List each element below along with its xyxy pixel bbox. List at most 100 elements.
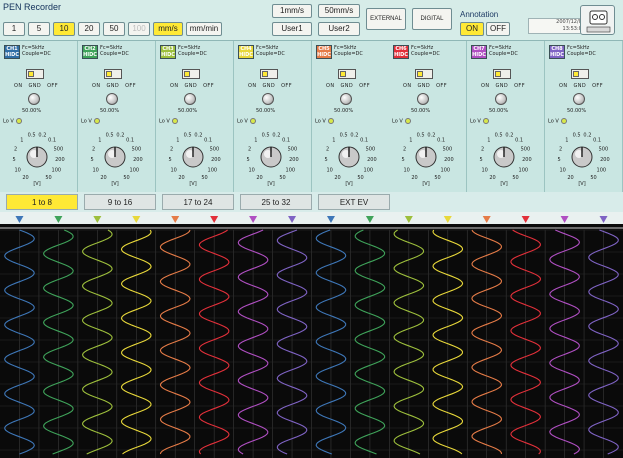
lo-v-label: Lo V	[315, 118, 326, 125]
position-knob[interactable]	[28, 93, 40, 105]
switch-off-label: OFF	[47, 83, 58, 89]
dial-scale-label: 0.1	[126, 138, 134, 144]
dial-scale-label: 50	[123, 175, 129, 181]
dial-scale-label: 5	[247, 157, 250, 163]
lo-v-label: Lo V	[470, 118, 481, 125]
channel-tag[interactable]: CH7 HIDC	[471, 45, 487, 59]
tab-25-to-32[interactable]: 25 to 32	[240, 194, 312, 210]
position-knob[interactable]	[184, 93, 196, 105]
position-value: 50.00%	[334, 108, 354, 114]
position-knob[interactable]	[495, 93, 507, 105]
switch-gnd-label: GND	[28, 83, 42, 89]
dial-scale-label: 1	[565, 138, 568, 144]
channel-couple: Couple=DC	[22, 51, 51, 57]
channel-tag[interactable]: CH2 HIDC	[82, 45, 98, 59]
external-button[interactable]: EXTERNAL	[366, 8, 406, 30]
dial-scale-label: 5	[91, 157, 94, 163]
switch-off-label: OFF	[125, 83, 136, 89]
preset-rate-1-label: 1mm/s	[272, 4, 312, 18]
on-gnd-off-switch[interactable]	[260, 69, 278, 79]
dial-scale-label: 500	[210, 147, 220, 153]
switch-on-label: ON	[92, 83, 101, 89]
dial-scale-label: 2	[14, 147, 17, 153]
channel-tag[interactable]: CH8 HIDC	[549, 45, 565, 59]
speed-20-button[interactable]: 20	[78, 22, 100, 36]
user2-button[interactable]: User2	[318, 22, 360, 36]
channel-tag[interactable]: CH6 HIDC	[393, 45, 409, 59]
on-gnd-off-switch[interactable]	[104, 69, 122, 79]
channel-tag[interactable]: CH4 HIDC	[238, 45, 254, 59]
dial-scale-label: 1	[487, 138, 490, 144]
range-dial[interactable]: 2010 5 21 0.5 0.20.1 500 200 10050 [V]	[316, 127, 382, 187]
range-dial[interactable]: 2010 5 21 0.5 0.20.1 500 200 10050 [V]	[238, 127, 304, 187]
on-gnd-off-switch[interactable]	[182, 69, 200, 79]
range-dial[interactable]: 2010 5 21 0.5 0.20.1 500 200 10050 [V]	[4, 127, 70, 187]
user1-button[interactable]: User1	[272, 22, 312, 36]
dial-scale-label: 200	[55, 157, 65, 163]
speed-5-button[interactable]: 5	[28, 22, 50, 36]
range-dial[interactable]: 2010 5 21 0.5 0.20.1 500 200 10050 [V]	[471, 127, 537, 187]
speed-10-button[interactable]: 10	[53, 22, 75, 36]
unit-mm-per-s-button[interactable]: mm/s	[153, 22, 183, 36]
recorder-icon	[586, 10, 611, 33]
on-gnd-off-switch[interactable]	[415, 69, 433, 79]
lo-v-indicator: Lo V	[237, 118, 256, 125]
position-knob[interactable]	[262, 93, 274, 105]
dial-scale-label: 5	[558, 157, 561, 163]
dial-scale-label: 2	[170, 147, 173, 153]
channel-tag[interactable]: CH3 HIDC	[160, 45, 176, 59]
trace-marker-strip	[0, 212, 623, 224]
unit-mm-per-min-button[interactable]: mm/min	[186, 22, 222, 36]
tab-ext-ev[interactable]: EXT EV	[318, 194, 390, 210]
speed-50-button[interactable]: 50	[103, 22, 125, 36]
recording-area[interactable]	[0, 212, 623, 458]
range-dial[interactable]: 2010 5 21 0.5 0.20.1 500 200 10050 [V]	[160, 127, 226, 187]
dial-scale-label: 10	[93, 167, 99, 173]
on-gnd-off-switch[interactable]	[493, 69, 511, 79]
position-knob[interactable]	[417, 93, 429, 105]
range-dial[interactable]: 2010 5 21 0.5 0.20.1 500 200 10050 [V]	[549, 127, 615, 187]
preset-rate-2-label: 50mm/s	[318, 4, 360, 18]
dial-scale-label: 200	[289, 157, 299, 163]
channel-tag[interactable]: CH5 HIDC	[316, 45, 332, 59]
channel-info: Fc=5kHz Couple=DC	[256, 45, 285, 57]
switch-labels: ON GND OFF	[4, 83, 68, 89]
on-gnd-off-switch[interactable]	[26, 69, 44, 79]
dial-scale-label: 500	[443, 147, 453, 153]
switch-gnd-label: GND	[184, 83, 198, 89]
position-knob[interactable]	[106, 93, 118, 105]
tab-17-to-24[interactable]: 17 to 24	[162, 194, 234, 210]
dial-scale-label: 20	[489, 175, 495, 181]
position-knob[interactable]	[573, 93, 585, 105]
on-gnd-off-switch[interactable]	[571, 69, 589, 79]
dial-scale-label: 100	[441, 167, 451, 173]
annotation-on-button[interactable]: ON	[460, 22, 484, 36]
on-gnd-off-switch[interactable]	[338, 69, 356, 79]
dial-scale-label: 0.1	[204, 138, 212, 144]
tab-1-to-8[interactable]: 1 to 8	[6, 194, 78, 210]
channel-strip-5: CH5 HIDC Fc=5kHz Couple=DC ON GND OFF 50…	[312, 41, 390, 193]
recorder-icon-button[interactable]	[580, 5, 615, 35]
dial-scale-label: 0.1	[282, 138, 290, 144]
switch-thumb	[184, 71, 190, 77]
range-dial[interactable]: 2010 5 21 0.5 0.20.1 500 200 10050 [V]	[82, 127, 148, 187]
position-knob[interactable]	[340, 93, 352, 105]
dial-scale-label: 2	[559, 147, 562, 153]
channel-strip-6: CH6 HIDC Fc=5kHz Couple=DC ON GND OFF 50…	[389, 41, 467, 193]
digital-button[interactable]: DIGITAL	[412, 8, 452, 30]
dial-scale-label: 0.5	[573, 133, 581, 139]
switch-thumb	[262, 71, 268, 77]
dial-scale-label: 2	[481, 147, 484, 153]
dial-scale-label: 0.1	[360, 138, 368, 144]
waveform-display	[0, 212, 623, 458]
speed-1-button[interactable]: 1	[3, 22, 25, 36]
lo-v-label: Lo V	[548, 118, 559, 125]
datetime-date: 2007/12/06	[556, 19, 585, 25]
tab-9-to-16[interactable]: 9 to 16	[84, 194, 156, 210]
range-dial[interactable]: 2010 5 21 0.5 0.20.1 500 200 10050 [V]	[393, 127, 459, 187]
dial-scale-label: 200	[367, 157, 377, 163]
annotation-off-button[interactable]: OFF	[486, 22, 510, 36]
channel-tag[interactable]: CH1 HIDC	[4, 45, 20, 59]
switch-on-label: ON	[481, 83, 490, 89]
channel-info: Fc=5kHz Couple=DC	[411, 45, 440, 57]
